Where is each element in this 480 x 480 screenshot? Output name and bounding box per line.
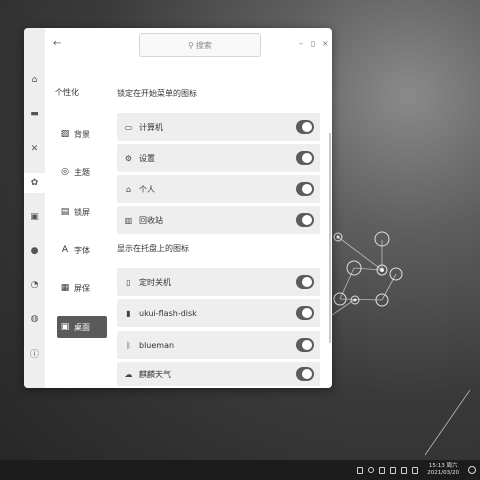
flash-disk-tray-icon[interactable] (357, 466, 364, 474)
nav-item-label: 屏保 (74, 283, 90, 293)
clock-time: 15:13 周六 (428, 463, 458, 469)
shutdown-timer-tray-icon[interactable] (412, 466, 419, 474)
toggle-switch[interactable] (296, 275, 314, 289)
flash-disk-icon: ▮ (126, 308, 131, 318)
item-label: ukui-flash-disk (139, 308, 197, 318)
close-button[interactable]: × (322, 40, 329, 48)
item-label: 定时关机 (139, 277, 171, 287)
shutdown-timer-icon: ▯ (126, 277, 131, 287)
settings-icon: ⚙ (124, 153, 133, 163)
search-input[interactable]: ⚲ 搜索 (139, 33, 261, 57)
time-glyph: ◔ (30, 280, 39, 290)
nav-item-label: 背景 (74, 129, 90, 139)
section-title-tray: 显示在托盘上的图标 (117, 244, 189, 253)
nav-item-label: 主题 (74, 167, 90, 177)
nav-item-screensaver[interactable]: ▦ 屏保 (57, 277, 107, 299)
notification-icon[interactable] (468, 466, 476, 474)
network-glyph: ▣ (30, 212, 39, 222)
time-icon[interactable]: ◔ (24, 275, 45, 295)
category-rail: ⌂ ▬ ✕ ✿ ▣ ● ◔ ◍ ⓘ (24, 28, 45, 388)
list-item: ☁ 麒麟天气 (117, 362, 320, 386)
item-label: 设置 (139, 153, 155, 163)
network-icon[interactable]: ▣ (24, 207, 45, 227)
nav-item-lockscreen[interactable]: ▤ 锁屏 (57, 201, 107, 223)
scrollbar[interactable] (329, 133, 331, 343)
list-item: ⚙ 设置 (117, 144, 320, 172)
title-bar: ← ⚲ 搜索 – ▯ × (45, 28, 332, 62)
back-arrow-icon[interactable]: ← (53, 38, 61, 49)
personalize-glyph: ✿ (30, 178, 39, 188)
taskbar: 15:13 周六 2021/03/20 (0, 460, 480, 480)
toggle-switch[interactable] (296, 151, 314, 165)
screensaver-icon: ▦ (60, 283, 70, 293)
section-title-start-menu: 锁定在开始菜单的图标 (117, 89, 197, 98)
toggle-switch[interactable] (296, 367, 314, 381)
lockscreen-icon: ▤ (60, 207, 70, 217)
nav-item-label: 锁屏 (74, 207, 90, 217)
info-glyph: ⓘ (29, 349, 39, 360)
list-item: ᛒ blueman (117, 331, 320, 359)
list-item: ▮ ukui-flash-disk (117, 299, 320, 327)
bluetooth-tray-icon[interactable] (368, 467, 375, 473)
background-icon: ▨ (60, 129, 70, 139)
monitor-glyph: ▬ (30, 109, 39, 119)
computer-icon: ▭ (124, 122, 133, 132)
clock-date: 2021/03/20 (427, 470, 459, 476)
desktop-icon: ▣ (60, 322, 70, 332)
update-glyph: ◍ (30, 314, 39, 324)
nav-item-theme[interactable]: ◎ 主题 (57, 161, 107, 183)
tools-icon[interactable]: ✕ (24, 139, 45, 159)
home-glyph: ⌂ (31, 75, 38, 85)
toggle-switch[interactable] (296, 182, 314, 196)
volume-tray-icon[interactable] (390, 466, 397, 474)
nav-item-label: 桌面 (74, 322, 90, 332)
item-label: 计算机 (139, 122, 163, 132)
nav-title: 个性化 (55, 88, 79, 97)
toggle-switch[interactable] (296, 120, 314, 134)
list-item: ▯ 定时关机 (117, 268, 320, 296)
search-icon: ⚲ (188, 40, 194, 50)
item-label: 回收站 (139, 215, 163, 225)
item-label: 麒麟天气 (139, 369, 171, 379)
info-icon[interactable]: ⓘ (24, 343, 45, 363)
toggle-switch[interactable] (296, 306, 314, 320)
nav-item-desktop[interactable]: ▣ 桌面 (57, 316, 107, 338)
nav-item-background[interactable]: ▨ 背景 (57, 123, 107, 145)
font-icon: A (61, 245, 69, 255)
trash-icon: ▥ (124, 215, 133, 225)
account-glyph: ● (30, 246, 39, 256)
toggle-switch[interactable] (296, 213, 314, 227)
maximize-button[interactable]: ▯ (311, 40, 315, 48)
list-item: ▭ 计算机 (117, 113, 320, 141)
clock[interactable]: 15:13 周六 2021/03/20 (427, 463, 459, 477)
list-item: ⌂ 个人 (117, 175, 320, 203)
personalize-icon[interactable]: ✿ (24, 173, 45, 193)
network-tray-icon[interactable] (379, 466, 386, 474)
item-label: blueman (139, 340, 175, 350)
bluetooth-icon: ᛒ (126, 340, 131, 350)
nav-item-label: 字体 (74, 245, 90, 255)
account-icon[interactable]: ● (24, 241, 45, 261)
toggle-switch[interactable] (296, 338, 314, 352)
minimize-button[interactable]: – (299, 40, 303, 48)
monitor-icon[interactable]: ▬ (24, 104, 45, 124)
nav-item-font[interactable]: A 字体 (57, 239, 107, 261)
theme-icon: ◎ (61, 167, 69, 177)
item-label: 个人 (139, 184, 155, 194)
update-icon[interactable]: ◍ (24, 309, 45, 329)
weather-tray-icon[interactable] (401, 466, 408, 474)
weather-icon: ☁ (124, 369, 133, 379)
list-item: ▥ 回收站 (117, 206, 320, 234)
home-folder-icon: ⌂ (125, 184, 132, 194)
tools-glyph: ✕ (30, 144, 39, 154)
home-icon[interactable]: ⌂ (24, 70, 45, 90)
search-placeholder: 搜索 (195, 40, 212, 50)
